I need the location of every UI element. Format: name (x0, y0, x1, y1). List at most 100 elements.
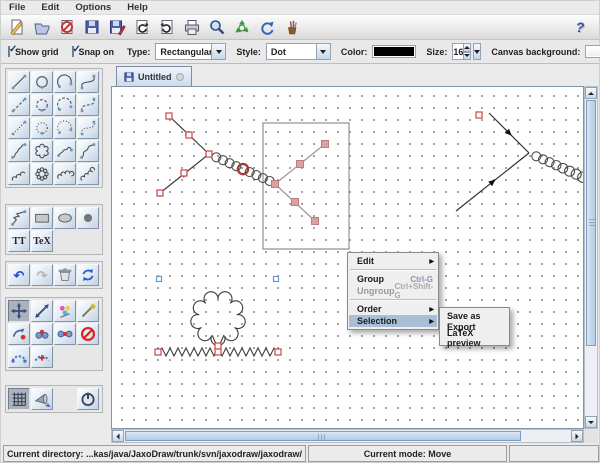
zigzag-line-button[interactable] (8, 207, 30, 229)
jaxodraw-window: File Edit Options Help ? ✓ Show grid ✓ S… (0, 0, 600, 463)
tab-untitled[interactable]: Untitled (116, 66, 192, 86)
gluon-bezier-button[interactable] (77, 163, 99, 185)
ungroup-tool-button[interactable] (54, 323, 76, 345)
context-menu-edit[interactable]: Edit ▶ (349, 255, 437, 267)
latex-button[interactable] (279, 16, 304, 39)
undo-button[interactable]: ↶ (8, 264, 30, 286)
fermion-bezier-button[interactable] (77, 71, 99, 93)
scalar-line-icon (9, 95, 29, 115)
edit-tool-button[interactable] (77, 300, 99, 322)
menu-edit[interactable]: Edit (33, 2, 67, 13)
block-tool-button[interactable] (77, 323, 99, 345)
scroll-down-icon[interactable] (585, 416, 597, 428)
vertical-scrollbar-thumb[interactable] (586, 100, 596, 346)
fermion-lines-left[interactable] (160, 116, 209, 193)
gluon-arc-button[interactable] (54, 163, 76, 185)
chevron-down-icon[interactable] (316, 43, 331, 60)
scalar-line-button[interactable] (8, 94, 30, 116)
revert-button[interactable] (129, 16, 154, 39)
print-button[interactable] (179, 16, 204, 39)
photon-line-button[interactable] (8, 140, 30, 162)
horizontal-scrollbar-thumb[interactable] (125, 431, 521, 441)
grid-style-select[interactable]: Dot (266, 43, 331, 60)
size-stepper[interactable] (464, 43, 471, 60)
chevron-down-icon[interactable] (211, 43, 226, 60)
new-button[interactable] (4, 16, 29, 39)
ellipse-button[interactable] (54, 207, 76, 229)
latex-text-button[interactable]: TeX (31, 230, 53, 252)
gluon-line-left[interactable] (212, 153, 274, 186)
open-button[interactable] (29, 16, 54, 39)
submenu-latex-preview[interactable]: LaTeX preview (441, 332, 508, 343)
show-grid-checkbox[interactable]: ✓ (8, 46, 10, 57)
size-dropdown-button[interactable] (473, 43, 481, 60)
refresh-canvas-button[interactable] (77, 264, 99, 286)
scroll-left-icon[interactable] (112, 430, 124, 442)
ghost-loop-button[interactable] (31, 117, 53, 139)
grid-type-select[interactable]: Rectangular (155, 43, 226, 60)
tab-close-icon[interactable] (176, 73, 184, 81)
selected-handles[interactable] (272, 141, 329, 225)
ghost-line-button[interactable] (8, 117, 30, 139)
menu-file[interactable]: File (1, 2, 33, 13)
text-tool-button[interactable]: TT (8, 230, 30, 252)
color-swatch-button[interactable] (372, 45, 416, 58)
vertical-scrollbar[interactable] (584, 86, 598, 429)
ghost-arc-button[interactable] (54, 117, 76, 139)
submenu-save-as[interactable]: Save as (441, 310, 508, 321)
snap-on-checkbox[interactable]: ✓ (72, 46, 74, 57)
context-menu-order[interactable]: Order ▶ (349, 303, 437, 315)
gluon-loop-button[interactable] (31, 163, 53, 185)
rotate-tool-button[interactable] (8, 323, 30, 345)
gluon-line-button[interactable] (8, 163, 30, 185)
color-tool-button[interactable] (54, 300, 76, 322)
grid-toggle-button[interactable] (8, 388, 30, 410)
preview-button[interactable] (204, 16, 229, 39)
scroll-right-icon[interactable] (571, 430, 583, 442)
open-icon (33, 18, 51, 36)
spinner-up-icon[interactable] (464, 43, 471, 52)
context-menu-selection[interactable]: Selection ▶ (349, 315, 437, 327)
preview-horn-button[interactable] (31, 388, 53, 410)
recycle-button[interactable] (229, 16, 254, 39)
redo-page-button[interactable] (154, 16, 179, 39)
horizontal-scrollbar[interactable] (111, 429, 584, 443)
ghost-bezier-button[interactable] (77, 117, 99, 139)
fermion-lines-right[interactable] (456, 113, 529, 211)
scalar-loop-button[interactable] (31, 94, 53, 116)
save-button[interactable] (79, 16, 104, 39)
scalar-bezier-button[interactable] (77, 94, 99, 116)
blue-handles[interactable] (157, 277, 279, 282)
delete-button[interactable] (54, 264, 76, 286)
help-button[interactable]: ? (569, 16, 591, 38)
photon-bezier-button[interactable] (77, 140, 99, 162)
photon-loop-button[interactable] (31, 140, 53, 162)
quit-button[interactable] (77, 388, 99, 410)
gluon-blob[interactable] (191, 292, 245, 346)
group-tool-button[interactable] (31, 323, 53, 345)
photon-arc-button[interactable] (54, 140, 76, 162)
loop-add-tool-button[interactable] (31, 346, 53, 368)
size-input[interactable]: 16 (452, 43, 464, 60)
move-tool-button[interactable] (8, 300, 30, 322)
spinner-down-icon[interactable] (464, 52, 471, 61)
blob-button[interactable] (77, 207, 99, 229)
refresh-button[interactable] (254, 16, 279, 39)
loop-tool-button[interactable] (8, 346, 30, 368)
menu-help[interactable]: Help (119, 2, 156, 13)
menu-options[interactable]: Options (67, 2, 119, 13)
selected-lines[interactable] (275, 144, 325, 221)
box-button[interactable] (31, 207, 53, 229)
fermion-loop-button[interactable] (31, 71, 53, 93)
redo-button[interactable]: ↷ (31, 264, 53, 286)
close-button[interactable] (54, 16, 79, 39)
canvas-bg-swatch-button[interactable] (585, 45, 600, 58)
fermion-arc-button[interactable] (54, 71, 76, 93)
scroll-up-icon[interactable] (585, 87, 597, 99)
preview-icon (208, 18, 226, 36)
gluon-line-right[interactable] (532, 152, 583, 186)
resize-tool-button[interactable] (31, 300, 53, 322)
scalar-arc-button[interactable] (54, 94, 76, 116)
save-as-button[interactable] (104, 16, 129, 39)
fermion-line-button[interactable] (8, 71, 30, 93)
